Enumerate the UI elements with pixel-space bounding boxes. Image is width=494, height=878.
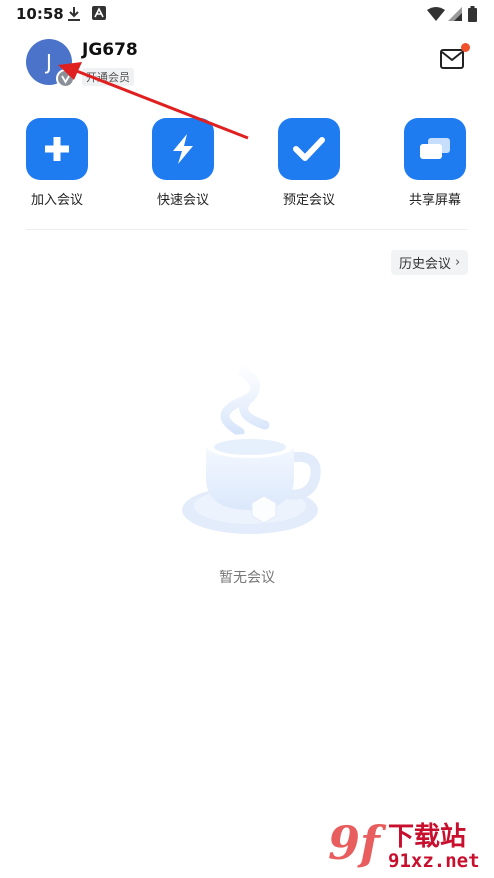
- history-meetings-label: 历史会议: [399, 257, 452, 272]
- notification-dot: [461, 43, 470, 52]
- coffee-cup-illustration: [182, 365, 321, 534]
- check-icon: [278, 118, 340, 180]
- quick-meeting-button[interactable]: 快速会议: [138, 118, 228, 218]
- plus-icon: [26, 118, 88, 180]
- schedule-meeting-label: 预定会议: [282, 193, 335, 208]
- share-screen-label: 共享屏幕: [408, 193, 461, 208]
- empty-state-text: 暂无会议: [219, 570, 275, 586]
- join-meeting-label: 加入会议: [30, 193, 83, 208]
- quick-meeting-label: 快速会议: [156, 193, 209, 208]
- app-notification-icon: [92, 6, 106, 20]
- section-divider: [26, 229, 468, 230]
- share-screen-button[interactable]: 共享屏幕: [390, 118, 480, 218]
- wifi-icon: [427, 7, 445, 21]
- join-meeting-button[interactable]: 加入会议: [12, 118, 102, 218]
- chevron-right-icon: ›: [455, 255, 461, 270]
- history-meetings-button[interactable]: 历史会议 ›: [391, 250, 469, 275]
- download-icon: [68, 7, 80, 21]
- open-membership-link[interactable]: 开通会员: [82, 68, 134, 86]
- username[interactable]: JG678: [82, 40, 138, 60]
- watermark-logo: 9f 下载站 91xz.net: [328, 816, 480, 872]
- mail-icon[interactable]: [440, 49, 464, 69]
- screen-share-icon: [404, 118, 466, 180]
- signal-icon: [448, 7, 462, 21]
- schedule-meeting-button[interactable]: 预定会议: [264, 118, 354, 218]
- lightning-icon: [152, 118, 214, 180]
- status-bar: 10:58: [0, 0, 494, 28]
- battery-icon: [468, 6, 477, 22]
- member-badge-icon: [56, 69, 75, 88]
- status-time: 10:58: [16, 5, 64, 23]
